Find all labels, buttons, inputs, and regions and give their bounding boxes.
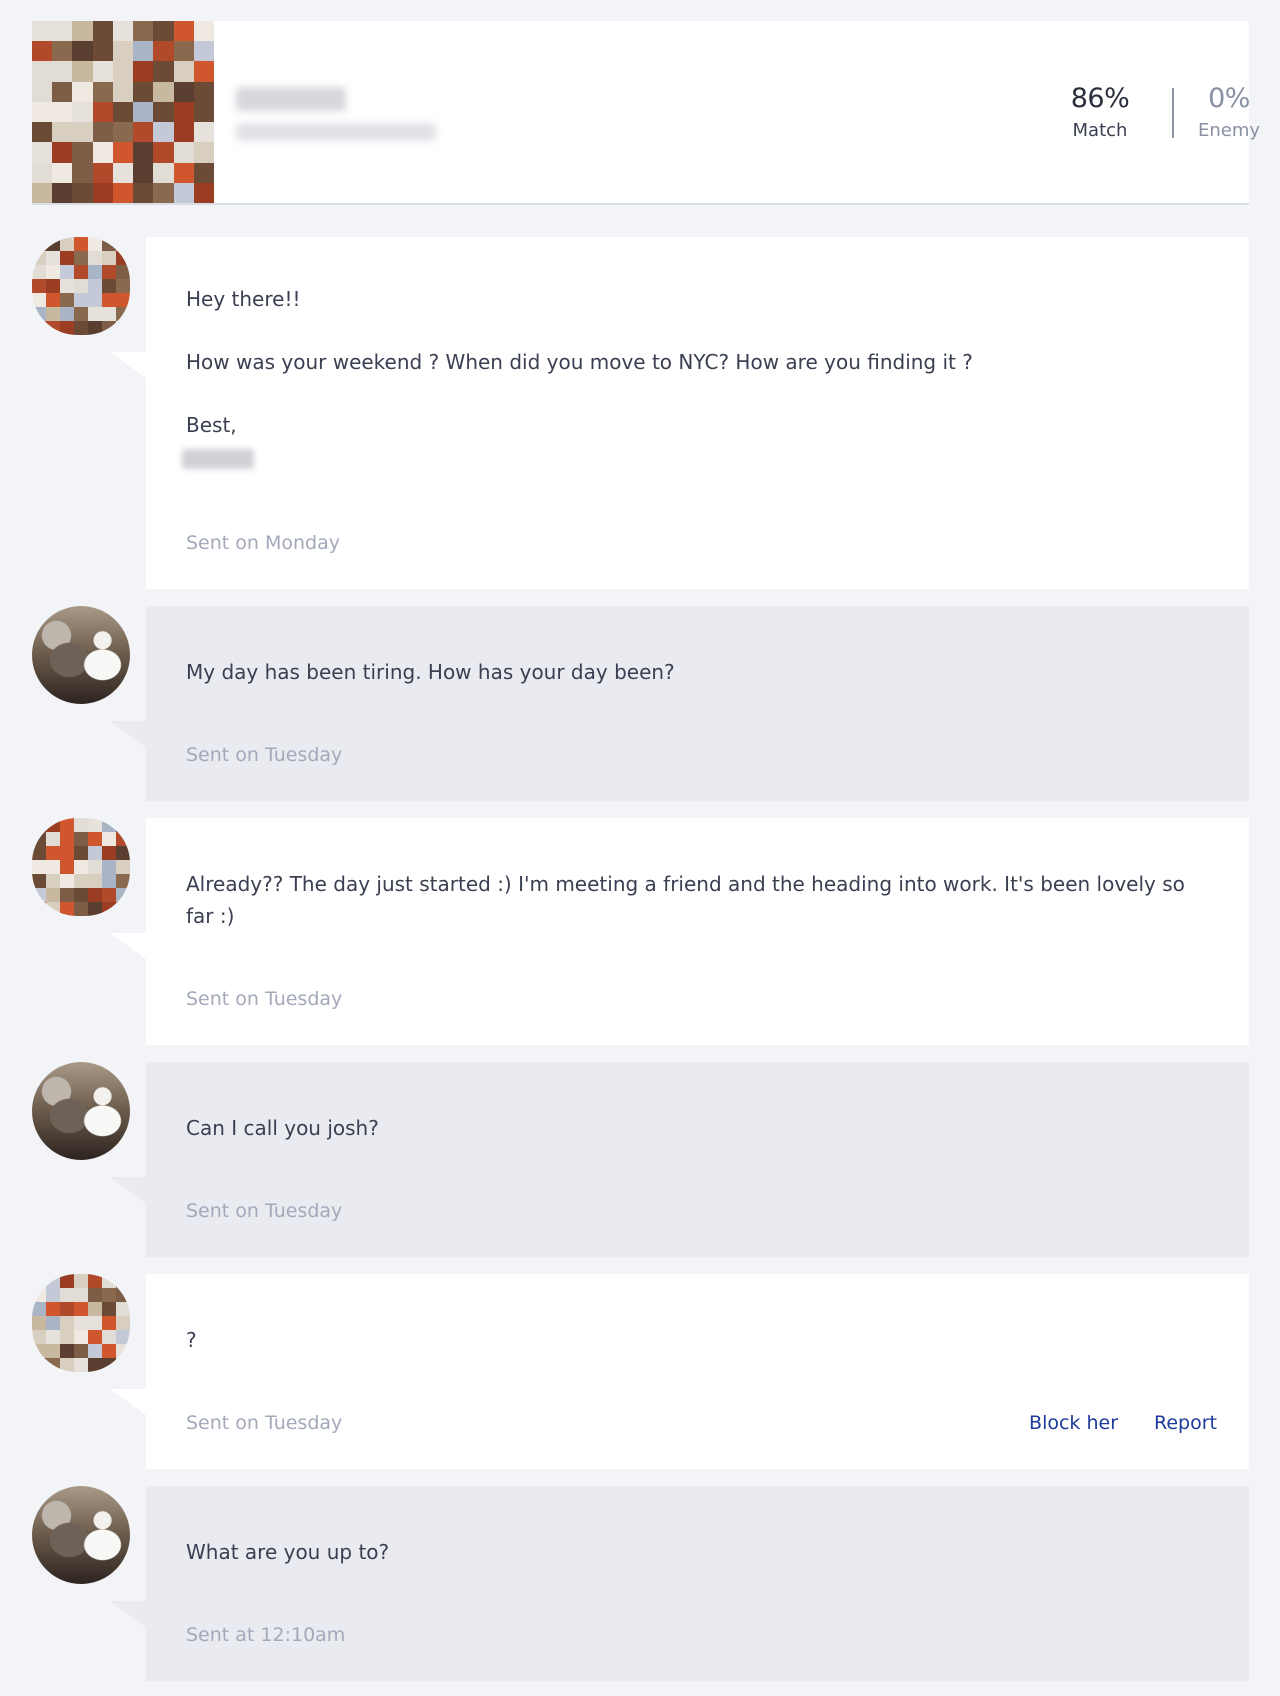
bubble-tail <box>110 1389 146 1415</box>
match-stat: 86% Match <box>1050 83 1150 143</box>
message-line: How was your weekend ? When did you move… <box>186 350 973 374</box>
her-avatar[interactable] <box>32 1274 130 1372</box>
message-line: Best, <box>186 413 237 437</box>
match-label: Match <box>1072 120 1128 141</box>
bubble-tail <box>110 1177 146 1203</box>
sent-timestamp: Sent on Tuesday <box>186 744 343 766</box>
bubble-tail <box>110 933 146 959</box>
sent-timestamp: Sent on Monday <box>186 532 340 554</box>
message-bubble-her: ? Sent on Tuesday Block her Report <box>110 1274 1249 1469</box>
message-line: Hey there!! <box>186 287 301 311</box>
message-text: What are you up to? <box>186 1540 390 1564</box>
message-bubble-mine: What are you up to? Sent at 12:10am <box>110 1486 1249 1681</box>
message-bubble-her: Already?? The day just started :) I'm me… <box>110 818 1249 1045</box>
bubble-tail <box>110 1601 146 1627</box>
sent-timestamp: Sent on Tuesday <box>186 988 343 1010</box>
profile-photo[interactable] <box>32 21 214 203</box>
enemy-stat: 0% Enemy <box>1178 83 1280 143</box>
message-bubble-mine: My day has been tiring. How has your day… <box>110 606 1249 801</box>
message-actions: Block her Report <box>993 1412 1217 1434</box>
sent-timestamp: Sent on Tuesday <box>186 1200 343 1222</box>
bubble-tail <box>110 352 146 378</box>
profile-header: 86% Match 0% Enemy <box>32 21 1260 205</box>
my-avatar[interactable] <box>32 1062 130 1160</box>
sent-timestamp: Sent at 12:10am <box>186 1624 346 1646</box>
profile-name-redacted <box>236 87 346 111</box>
enemy-label: Enemy <box>1197 120 1261 141</box>
message-text: My day has been tiring. How has your day… <box>186 660 675 684</box>
message-bubble-her: Hey there!! How was your weekend ? When … <box>110 237 1249 589</box>
bubble-tail <box>110 721 146 747</box>
message-text: ? <box>186 1328 197 1352</box>
message-text: Already?? The day just started :) I'm me… <box>186 872 1192 928</box>
signature-redacted <box>182 449 254 469</box>
stat-divider <box>1172 88 1174 138</box>
match-percentage: 86% <box>1070 83 1130 114</box>
her-avatar[interactable] <box>32 818 130 916</box>
my-avatar[interactable] <box>32 1486 130 1584</box>
my-avatar[interactable] <box>32 606 130 704</box>
message-text: Can I call you josh? <box>186 1116 379 1140</box>
block-button[interactable]: Block her <box>1029 1412 1118 1434</box>
sent-timestamp: Sent on Tuesday <box>186 1412 343 1434</box>
message-bubble-mine: Can I call you josh? Sent on Tuesday <box>110 1062 1249 1257</box>
report-button[interactable]: Report <box>1154 1412 1217 1434</box>
enemy-percentage: 0% <box>1208 83 1250 114</box>
profile-details-redacted <box>236 123 436 141</box>
her-avatar[interactable] <box>32 237 130 335</box>
